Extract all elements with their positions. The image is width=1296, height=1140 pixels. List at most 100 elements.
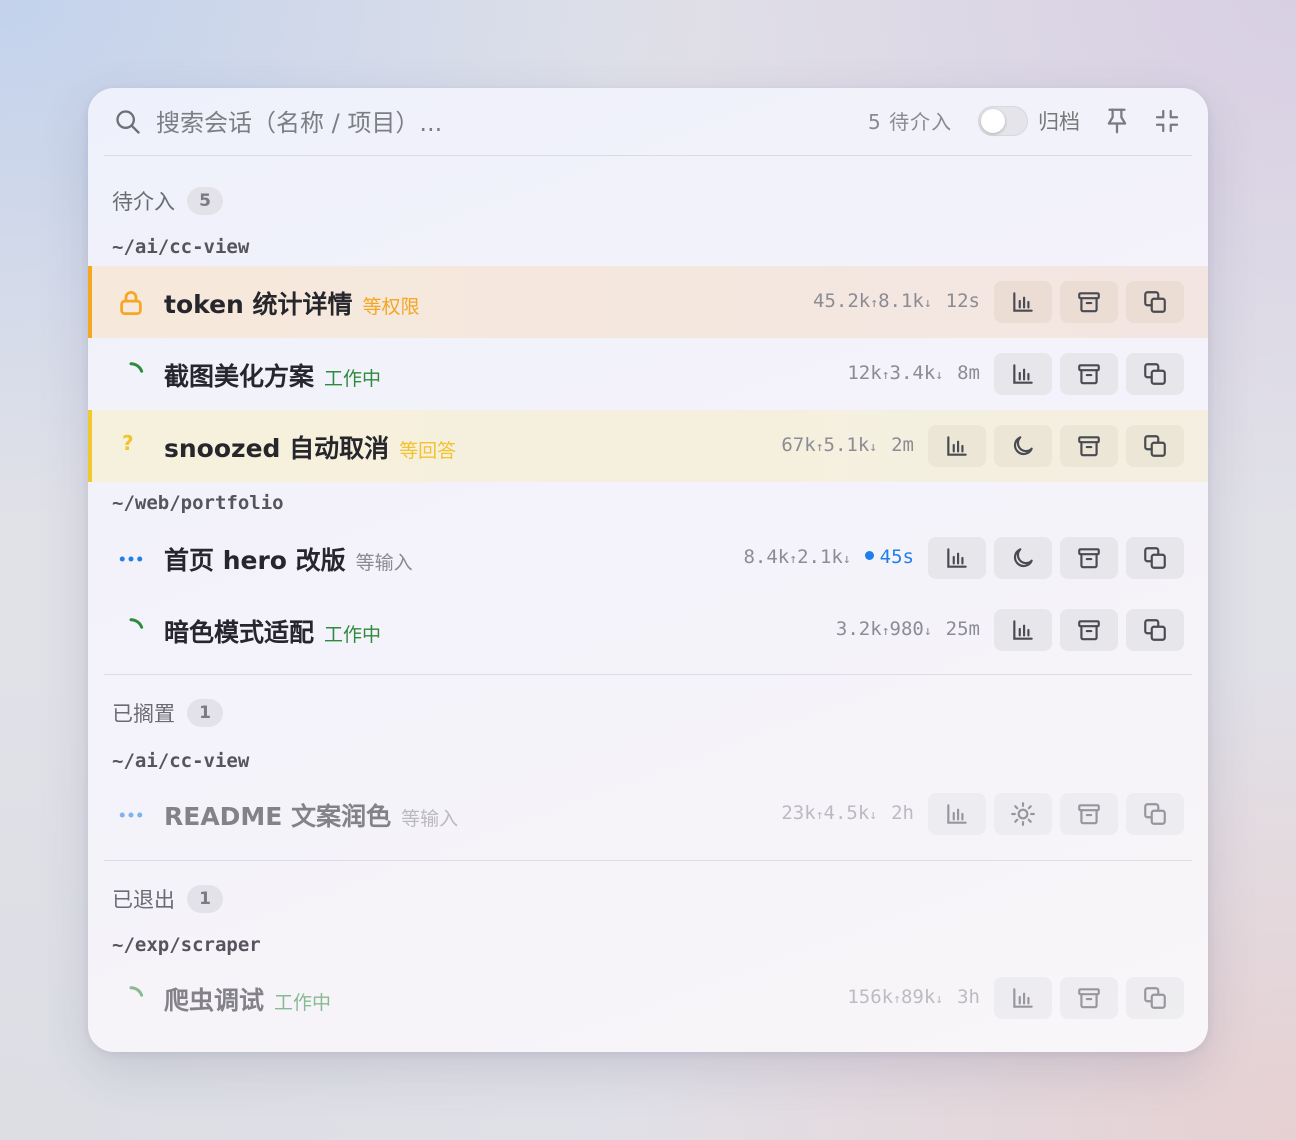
bar-chart-icon <box>1013 364 1033 384</box>
bar-chart-icon <box>947 804 967 824</box>
section-title: 待介入 <box>112 190 175 214</box>
bar-chart-icon <box>1013 988 1033 1008</box>
section-count-badge: 1 <box>187 699 223 727</box>
stats-button[interactable] <box>994 609 1052 651</box>
copy-button[interactable] <box>1126 425 1184 467</box>
session-title-group: token 统计详情 等权限 <box>164 285 420 321</box>
tokens-out: 89k <box>900 986 936 1008</box>
archive-button[interactable] <box>1060 977 1118 1019</box>
collapse-icon[interactable] <box>1152 106 1182 136</box>
copy-icon <box>1144 291 1166 313</box>
down-arrow-icon: ↓ <box>935 992 944 1007</box>
archive-button[interactable] <box>1060 609 1118 651</box>
stats-button[interactable] <box>994 977 1052 1019</box>
up-arrow-icon: ↑ <box>815 808 824 823</box>
copy-button[interactable] <box>1126 537 1184 579</box>
project-path: ~/ai/cc-view <box>112 236 250 258</box>
session-row[interactable]: ? snoozed 自动取消 等回答 67k↑5.1k↓ 2m <box>88 410 1208 482</box>
archive-box-icon <box>1078 364 1100 385</box>
archive-button[interactable] <box>1060 281 1118 323</box>
up-arrow-icon: ↑ <box>789 552 798 567</box>
spinner-icon <box>129 618 144 629</box>
snooze-button[interactable] <box>994 537 1052 579</box>
tokens-in: 156k <box>847 986 894 1008</box>
archive-box-icon <box>1078 436 1100 457</box>
snooze-button[interactable] <box>994 425 1052 467</box>
more-dots-icon <box>119 556 143 562</box>
session-title-group: README 文案润色 等输入 <box>164 797 458 833</box>
down-arrow-icon: ↓ <box>869 440 878 455</box>
section-pending: 待介入 5 <box>112 186 223 216</box>
tokens-in: 8.4k <box>743 546 790 568</box>
archive-toggle[interactable] <box>978 106 1028 136</box>
copy-icon <box>1144 803 1166 825</box>
session-title: 截图美化方案 <box>164 362 315 391</box>
section-title: 已搁置 <box>112 702 175 726</box>
pin-icon[interactable] <box>1102 106 1132 136</box>
stats-button[interactable] <box>928 537 986 579</box>
session-title: snoozed 自动取消 <box>164 434 390 463</box>
tokens-out: 8.1k <box>878 290 924 312</box>
search-bar: 5 待介入 归档 <box>104 88 1192 156</box>
question-icon: ? <box>122 431 134 455</box>
session-row[interactable]: 截图美化方案 工作中 12k↑3.4k↓ 8m <box>88 338 1208 410</box>
session-status: 工作中 <box>324 624 382 646</box>
session-status: 工作中 <box>324 368 382 390</box>
archive-box-icon <box>1078 988 1100 1009</box>
moon-icon <box>1013 436 1033 456</box>
up-arrow-icon: ↑ <box>893 992 901 1007</box>
archive-box-icon <box>1078 804 1100 825</box>
session-meta: 3.2k↑980↓ 25m <box>836 618 980 640</box>
stats-button[interactable] <box>928 425 986 467</box>
archive-button[interactable] <box>1060 537 1118 579</box>
archive-box-icon <box>1078 620 1100 641</box>
bar-chart-icon <box>1013 620 1033 640</box>
session-status: 等输入 <box>355 552 413 574</box>
copy-icon <box>1144 363 1166 385</box>
archive-button[interactable] <box>1060 793 1118 835</box>
archive-box-icon <box>1078 548 1100 569</box>
session-status: 工作中 <box>274 992 332 1014</box>
session-title: README 文案润色 <box>164 802 392 831</box>
stats-button[interactable] <box>994 353 1052 395</box>
section-parked: 已搁置 1 <box>112 698 223 728</box>
archive-button[interactable] <box>1060 425 1118 467</box>
session-row[interactable]: token 统计详情 等权限 45.2k↑8.1k↓ 12s <box>88 266 1208 338</box>
tokens-out: 2.1k <box>797 546 843 568</box>
section-count-badge: 5 <box>187 187 223 215</box>
copy-button[interactable] <box>1126 609 1184 651</box>
search-input[interactable] <box>154 102 718 144</box>
copy-button[interactable] <box>1126 977 1184 1019</box>
archive-box-icon <box>1078 292 1100 313</box>
up-arrow-icon: ↑ <box>815 440 824 455</box>
session-age: 2h <box>891 802 914 824</box>
session-row[interactable]: 暗色模式适配 工作中 3.2k↑980↓ 25m <box>88 594 1208 666</box>
archive-button[interactable] <box>1060 353 1118 395</box>
copy-icon <box>1144 987 1166 1009</box>
session-meta: 12k↑3.4k↓ 8m <box>847 362 980 384</box>
copy-button[interactable] <box>1126 281 1184 323</box>
session-age: 25m <box>945 618 980 640</box>
stats-button[interactable] <box>928 793 986 835</box>
project-path: ~/exp/scraper <box>112 934 261 956</box>
copy-button[interactable] <box>1126 353 1184 395</box>
section-divider <box>104 674 1192 675</box>
up-arrow-icon: ↑ <box>870 296 879 311</box>
copy-button[interactable] <box>1126 793 1184 835</box>
session-row[interactable]: 首页 hero 改版 等输入 8.4k↑2.1k↓ 45s <box>88 522 1208 594</box>
project-path: ~/web/portfolio <box>112 492 284 514</box>
stats-button[interactable] <box>994 281 1052 323</box>
session-age: 45s <box>879 546 914 568</box>
bar-chart-icon <box>947 548 967 568</box>
wake-button[interactable] <box>994 793 1052 835</box>
tokens-in: 23k <box>781 802 816 824</box>
live-dot <box>864 551 874 560</box>
down-arrow-icon: ↓ <box>869 808 878 823</box>
tokens-out: 980 <box>889 618 924 640</box>
session-age: 3h <box>957 986 980 1008</box>
session-row[interactable]: README 文案润色 等输入 23k↑4.5k↓ 2h <box>88 778 1208 850</box>
session-status: 等权限 <box>362 296 420 318</box>
bar-chart-icon <box>947 436 967 456</box>
bar-chart-icon <box>1013 292 1033 312</box>
session-row[interactable]: 爬虫调试 工作中 156k↑89k↓ 3h <box>88 962 1208 1034</box>
